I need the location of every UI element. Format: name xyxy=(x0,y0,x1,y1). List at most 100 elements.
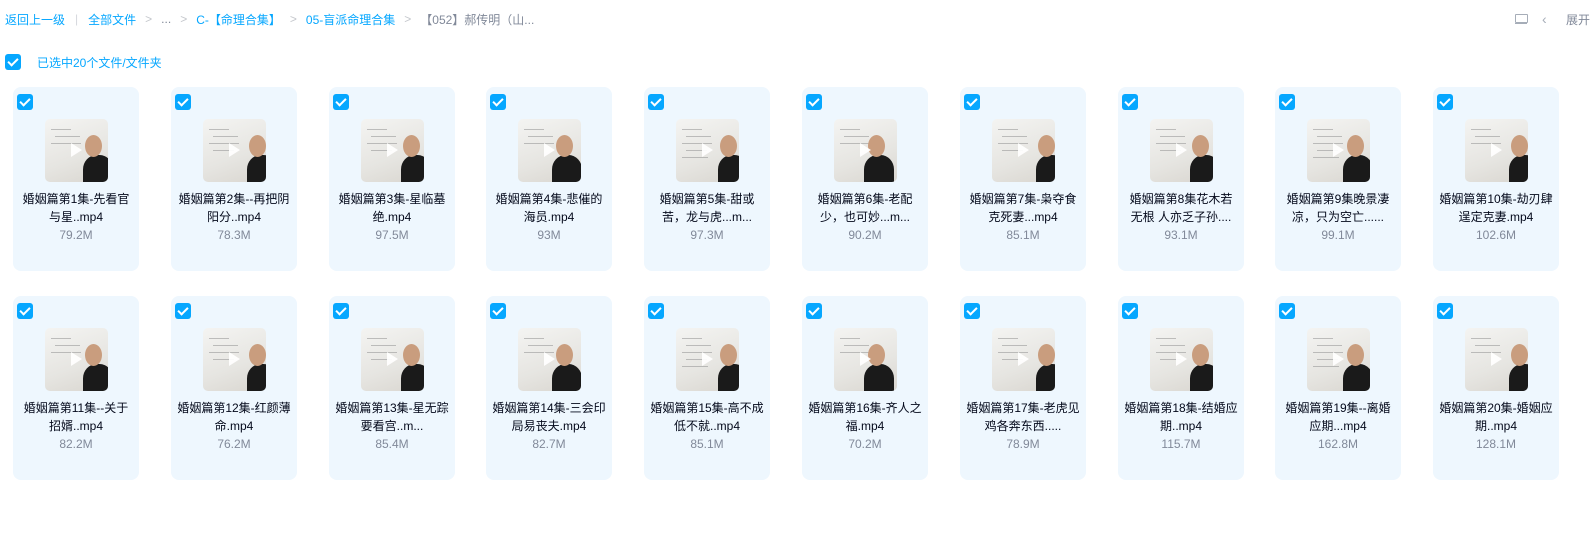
play-icon xyxy=(1176,352,1187,366)
file-checkbox[interactable] xyxy=(648,303,664,319)
file-checkbox[interactable] xyxy=(175,94,191,110)
breadcrumb-separator: > xyxy=(289,12,297,26)
video-thumbnail[interactable] xyxy=(203,119,266,182)
video-thumbnail[interactable] xyxy=(45,119,108,182)
file-card[interactable]: 婚姻篇第19集--离婚应期...mp4 162.8M xyxy=(1275,296,1401,480)
back-link[interactable]: 返回上一级 xyxy=(5,11,65,28)
video-thumbnail[interactable] xyxy=(518,328,581,391)
breadcrumb-level1[interactable]: C-【命理合集】 xyxy=(196,11,281,28)
video-thumbnail[interactable] xyxy=(518,119,581,182)
file-checkbox[interactable] xyxy=(175,303,191,319)
file-card[interactable]: 婚姻篇第1集-先看官与星..mp4 79.2M xyxy=(13,87,139,271)
file-card[interactable]: 婚姻篇第9集晚景凄凉，只为空亡...... 99.1M xyxy=(1275,87,1401,271)
file-name[interactable]: 婚姻篇第5集-甜或苦，龙与虎...m... xyxy=(650,190,764,226)
breadcrumb-ellipsis[interactable]: ... xyxy=(161,12,171,26)
expand-button[interactable]: 展开 xyxy=(1566,11,1590,28)
file-name[interactable]: 婚姻篇第18集-结婚应期..mp4 xyxy=(1124,399,1238,435)
file-card[interactable]: 婚姻篇第15集-高不成低不就..mp4 85.1M xyxy=(644,296,770,480)
file-card[interactable]: 婚姻篇第10集-劫刃肆逞定克妻.mp4 102.6M xyxy=(1433,87,1559,271)
file-card[interactable]: 婚姻篇第8集花木若无根 人亦乏子孙.... 93.1M xyxy=(1118,87,1244,271)
video-thumbnail[interactable] xyxy=(676,119,739,182)
file-card[interactable]: 婚姻篇第7集-枭夺食克死妻...mp4 85.1M xyxy=(960,87,1086,271)
top-bar: 返回上一级 | 全部文件 > ... > C-【命理合集】 > 05-盲派命理合… xyxy=(0,0,1590,38)
file-card[interactable]: 婚姻篇第13集-星无踪 要看宫..m... 85.4M xyxy=(329,296,455,480)
select-all-checkbox[interactable] xyxy=(5,54,21,70)
video-thumbnail[interactable] xyxy=(1150,328,1213,391)
file-name[interactable]: 婚姻篇第1集-先看官与星..mp4 xyxy=(19,190,133,226)
play-icon xyxy=(860,143,871,157)
file-name[interactable]: 婚姻篇第2集--再把阴阳分..mp4 xyxy=(177,190,291,226)
chevron-left-icon[interactable]: ‹ xyxy=(1542,12,1556,26)
video-thumbnail[interactable] xyxy=(834,328,897,391)
video-thumbnail[interactable] xyxy=(361,328,424,391)
file-name[interactable]: 婚姻篇第10集-劫刃肆逞定克妻.mp4 xyxy=(1439,190,1553,226)
file-card[interactable]: 婚姻篇第2集--再把阴阳分..mp4 78.3M xyxy=(171,87,297,271)
file-checkbox[interactable] xyxy=(1279,94,1295,110)
file-name[interactable]: 婚姻篇第7集-枭夺食克死妻...mp4 xyxy=(966,190,1080,226)
file-checkbox[interactable] xyxy=(806,303,822,319)
file-card[interactable]: 婚姻篇第11集--关于招婿..mp4 82.2M xyxy=(13,296,139,480)
video-thumbnail[interactable] xyxy=(45,328,108,391)
file-checkbox[interactable] xyxy=(964,303,980,319)
file-name[interactable]: 婚姻篇第6集-老配少，也可妙...m... xyxy=(808,190,922,226)
file-card[interactable]: 婚姻篇第4集-悲催的海员.mp4 93M xyxy=(486,87,612,271)
file-name[interactable]: 婚姻篇第16集-齐人之福.mp4 xyxy=(808,399,922,435)
file-checkbox[interactable] xyxy=(806,94,822,110)
breadcrumb-all-files[interactable]: 全部文件 xyxy=(88,11,136,28)
list-view-icon[interactable] xyxy=(1514,12,1528,26)
file-checkbox[interactable] xyxy=(1122,94,1138,110)
file-size: 85.4M xyxy=(375,437,409,451)
breadcrumb-separator: > xyxy=(180,12,188,26)
file-name[interactable]: 婚姻篇第4集-悲催的海员.mp4 xyxy=(492,190,606,226)
file-card[interactable]: 婚姻篇第12集-红颜薄命.mp4 76.2M xyxy=(171,296,297,480)
file-size: 82.2M xyxy=(59,437,93,451)
file-name[interactable]: 婚姻篇第17集-老虎见鸡各奔东西..... xyxy=(966,399,1080,435)
breadcrumb-level2[interactable]: 05-盲派命理合集 xyxy=(306,11,395,28)
video-thumbnail[interactable] xyxy=(992,119,1055,182)
video-thumbnail[interactable] xyxy=(361,119,424,182)
file-card[interactable]: 婚姻篇第3集-星临墓绝.mp4 97.5M xyxy=(329,87,455,271)
video-thumbnail[interactable] xyxy=(1465,328,1528,391)
play-icon xyxy=(229,352,240,366)
file-checkbox[interactable] xyxy=(964,94,980,110)
file-checkbox[interactable] xyxy=(1279,303,1295,319)
file-checkbox[interactable] xyxy=(1122,303,1138,319)
file-name[interactable]: 婚姻篇第20集-婚姻应期..mp4 xyxy=(1439,399,1553,435)
file-name[interactable]: 婚姻篇第9集晚景凄凉，只为空亡...... xyxy=(1281,190,1395,226)
view-controls: ‹ 展开 xyxy=(1514,0,1590,38)
file-name[interactable]: 婚姻篇第11集--关于招婿..mp4 xyxy=(19,399,133,435)
file-checkbox[interactable] xyxy=(490,303,506,319)
file-checkbox[interactable] xyxy=(333,303,349,319)
file-checkbox[interactable] xyxy=(490,94,506,110)
video-thumbnail[interactable] xyxy=(676,328,739,391)
file-name[interactable]: 婚姻篇第13集-星无踪 要看宫..m... xyxy=(335,399,449,435)
video-thumbnail[interactable] xyxy=(1307,328,1370,391)
file-card[interactable]: 婚姻篇第6集-老配少，也可妙...m... 90.2M xyxy=(802,87,928,271)
file-card[interactable]: 婚姻篇第17集-老虎见鸡各奔东西..... 78.9M xyxy=(960,296,1086,480)
file-card[interactable]: 婚姻篇第5集-甜或苦，龙与虎...m... 97.3M xyxy=(644,87,770,271)
file-name[interactable]: 婚姻篇第19集--离婚应期...mp4 xyxy=(1281,399,1395,435)
file-checkbox[interactable] xyxy=(1437,94,1453,110)
video-thumbnail[interactable] xyxy=(203,328,266,391)
file-name[interactable]: 婚姻篇第15集-高不成低不就..mp4 xyxy=(650,399,764,435)
file-size: 76.2M xyxy=(217,437,251,451)
file-name[interactable]: 婚姻篇第8集花木若无根 人亦乏子孙.... xyxy=(1124,190,1238,226)
play-icon xyxy=(1333,143,1344,157)
file-checkbox[interactable] xyxy=(333,94,349,110)
file-name[interactable]: 婚姻篇第3集-星临墓绝.mp4 xyxy=(335,190,449,226)
file-card[interactable]: 婚姻篇第14集-三会印局易丧夫.mp4 82.7M xyxy=(486,296,612,480)
file-card[interactable]: 婚姻篇第18集-结婚应期..mp4 115.7M xyxy=(1118,296,1244,480)
file-checkbox[interactable] xyxy=(17,94,33,110)
file-name[interactable]: 婚姻篇第14集-三会印局易丧夫.mp4 xyxy=(492,399,606,435)
file-card[interactable]: 婚姻篇第16集-齐人之福.mp4 70.2M xyxy=(802,296,928,480)
file-checkbox[interactable] xyxy=(1437,303,1453,319)
video-thumbnail[interactable] xyxy=(1150,119,1213,182)
video-thumbnail[interactable] xyxy=(992,328,1055,391)
file-checkbox[interactable] xyxy=(648,94,664,110)
video-thumbnail[interactable] xyxy=(1465,119,1528,182)
file-name[interactable]: 婚姻篇第12集-红颜薄命.mp4 xyxy=(177,399,291,435)
video-thumbnail[interactable] xyxy=(834,119,897,182)
file-card[interactable]: 婚姻篇第20集-婚姻应期..mp4 128.1M xyxy=(1433,296,1559,480)
file-checkbox[interactable] xyxy=(17,303,33,319)
video-thumbnail[interactable] xyxy=(1307,119,1370,182)
